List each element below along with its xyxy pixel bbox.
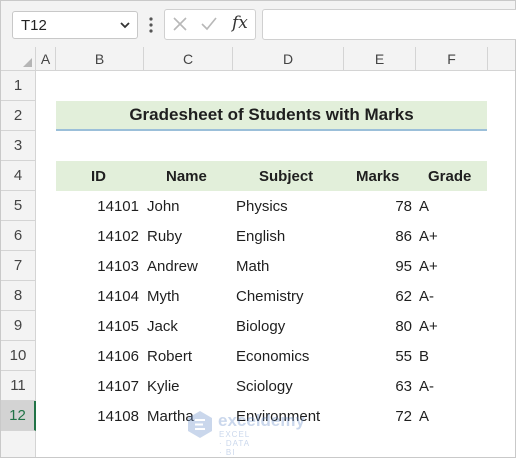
cell-subject[interactable]: Economics: [236, 341, 309, 371]
cell-subject[interactable]: Chemistry: [236, 281, 304, 311]
cell-name[interactable]: Jack: [147, 311, 178, 341]
cell-grade[interactable]: A+: [419, 311, 438, 341]
row-header-12-active[interactable]: 12: [1, 401, 36, 431]
row-header-7[interactable]: 7: [1, 251, 36, 281]
column-header-a[interactable]: A: [36, 47, 56, 71]
insert-function-icon[interactable]: fx: [232, 13, 248, 33]
enter-check-icon[interactable]: [200, 16, 218, 32]
cell-marks[interactable]: 55: [346, 341, 412, 371]
column-header-d[interactable]: D: [233, 47, 344, 71]
header-marks: Marks: [356, 167, 400, 185]
cell-grade[interactable]: A-: [419, 281, 434, 311]
cell-marks[interactable]: 86: [346, 221, 412, 251]
header-grade: Grade: [428, 167, 472, 185]
cell-grade[interactable]: A: [419, 191, 429, 221]
row-header-5[interactable]: 5: [1, 191, 36, 221]
cell-id[interactable]: 14104: [56, 281, 139, 311]
row-header-4[interactable]: 4: [1, 161, 36, 191]
watermark-tagline: EXCEL · DATA · BI: [219, 430, 250, 457]
cell-id[interactable]: 14105: [56, 311, 139, 341]
cell-name[interactable]: Kylie: [147, 371, 180, 401]
spreadsheet-window: T12 fx A B C D E F 1 2 3 4 5 6 7 8 9 10 …: [0, 0, 516, 458]
row-header-11[interactable]: 11: [1, 371, 36, 401]
exceldemy-watermark: exceldemy EXCEL · DATA · BI: [186, 409, 305, 457]
formula-input[interactable]: [262, 9, 516, 40]
cell-area[interactable]: Gradesheet of Students with Marks ID Nam…: [36, 71, 515, 457]
cell-marks[interactable]: 80: [346, 311, 412, 341]
exceldemy-logo-icon: [188, 411, 212, 438]
column-header-f[interactable]: F: [416, 47, 488, 71]
row-header-overflow: [1, 431, 36, 457]
cancel-icon[interactable]: [172, 16, 188, 32]
cell-name[interactable]: Myth: [147, 281, 180, 311]
cell-subject[interactable]: Biology: [236, 311, 285, 341]
sheet-title: Gradesheet of Students with Marks: [56, 101, 487, 131]
cell-grade[interactable]: A-: [419, 371, 434, 401]
row-header-9[interactable]: 9: [1, 311, 36, 341]
cell-id[interactable]: 14102: [56, 221, 139, 251]
cell-subject[interactable]: Math: [236, 251, 269, 281]
header-id: ID: [91, 167, 106, 185]
name-box-value: T12: [21, 17, 47, 34]
row-header-8[interactable]: 8: [1, 281, 36, 311]
cell-marks[interactable]: 63: [346, 371, 412, 401]
worksheet-grid: A B C D E F 1 2 3 4 5 6 7 8 9 10 11 12 G…: [1, 47, 515, 457]
column-header-overflow: [488, 47, 515, 71]
cell-marks[interactable]: 72: [346, 401, 412, 431]
cell-subject[interactable]: Physics: [236, 191, 288, 221]
watermark-brand: exceldemy: [218, 411, 305, 430]
cell-marks[interactable]: 95: [346, 251, 412, 281]
chevron-down-icon[interactable]: [118, 18, 132, 32]
cell-name[interactable]: Andrew: [147, 251, 198, 281]
row-header-1[interactable]: 1: [1, 71, 36, 101]
column-header-b[interactable]: B: [56, 47, 144, 71]
header-name: Name: [166, 167, 207, 185]
cell-id[interactable]: 14108: [56, 401, 139, 431]
cell-name[interactable]: Robert: [147, 341, 192, 371]
cell-id[interactable]: 14103: [56, 251, 139, 281]
row-header-10[interactable]: 10: [1, 341, 36, 371]
cell-subject[interactable]: English: [236, 221, 285, 251]
column-header-c[interactable]: C: [144, 47, 233, 71]
row-header-6[interactable]: 6: [1, 221, 36, 251]
cell-name[interactable]: Ruby: [147, 221, 182, 251]
formula-bar: T12 fx: [1, 1, 516, 47]
cell-id[interactable]: 14106: [56, 341, 139, 371]
more-options-icon[interactable]: [147, 15, 155, 35]
cell-grade[interactable]: A+: [419, 251, 438, 281]
formula-controls: fx: [164, 9, 256, 40]
cell-id[interactable]: 14107: [56, 371, 139, 401]
cell-grade[interactable]: B: [419, 341, 429, 371]
row-header-3[interactable]: 3: [1, 131, 36, 161]
cell-id[interactable]: 14101: [56, 191, 139, 221]
header-subject: Subject: [259, 167, 314, 185]
select-all-triangle-icon: [23, 58, 32, 67]
name-box[interactable]: T12: [12, 11, 138, 39]
cell-marks[interactable]: 62: [346, 281, 412, 311]
cell-grade[interactable]: A: [419, 401, 429, 431]
cell-name[interactable]: John: [147, 191, 180, 221]
cell-marks[interactable]: 78: [346, 191, 412, 221]
column-header-e[interactable]: E: [344, 47, 416, 71]
cell-subject[interactable]: Sciology: [236, 371, 293, 401]
select-all-button[interactable]: [1, 47, 36, 71]
cell-grade[interactable]: A+: [419, 221, 438, 251]
row-header-2[interactable]: 2: [1, 101, 36, 131]
